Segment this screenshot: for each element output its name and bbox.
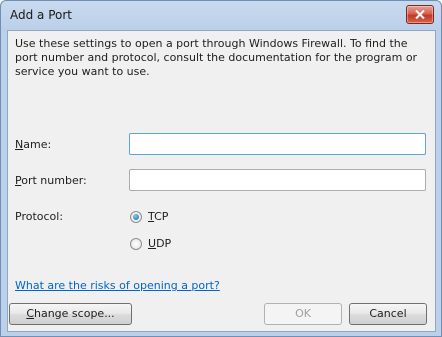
udp-radio-label[interactable]: UDP bbox=[148, 237, 171, 250]
dialog-body: Use these settings to open a port throug… bbox=[7, 30, 436, 332]
port-number-label-rest: ort number: bbox=[21, 174, 87, 187]
name-label-rest: ame: bbox=[23, 138, 52, 151]
description-text: Use these settings to open a port throug… bbox=[15, 37, 418, 78]
change-scope-accel: C bbox=[26, 307, 34, 320]
tcp-radio-label[interactable]: TCP bbox=[148, 210, 168, 223]
udp-radio[interactable] bbox=[130, 238, 142, 250]
name-input[interactable] bbox=[129, 133, 426, 155]
ok-button[interactable]: OK bbox=[264, 303, 342, 325]
udp-label-accel: U bbox=[148, 237, 157, 250]
add-port-dialog: Add a Port Use these settings to open a … bbox=[0, 0, 442, 337]
close-button[interactable] bbox=[406, 5, 434, 24]
risks-help-link[interactable]: What are the risks of opening a port? bbox=[15, 279, 220, 292]
port-number-input[interactable] bbox=[129, 169, 426, 191]
dialog-title: Add a Port bbox=[10, 8, 73, 22]
change-scope-rest: hange scope... bbox=[34, 307, 115, 320]
name-label: Name: bbox=[15, 138, 51, 151]
tcp-radio[interactable] bbox=[130, 211, 142, 223]
change-scope-button[interactable]: Change scope... bbox=[9, 303, 132, 325]
title-bar[interactable]: Add a Port bbox=[1, 1, 441, 29]
tcp-label-rest: CP bbox=[154, 210, 169, 223]
protocol-label: Protocol: bbox=[15, 210, 64, 223]
name-label-accel: N bbox=[15, 138, 24, 151]
udp-label-rest: DP bbox=[156, 237, 172, 250]
cancel-button[interactable]: Cancel bbox=[349, 303, 427, 325]
port-number-label: Port number: bbox=[15, 174, 87, 187]
close-icon bbox=[415, 10, 425, 19]
